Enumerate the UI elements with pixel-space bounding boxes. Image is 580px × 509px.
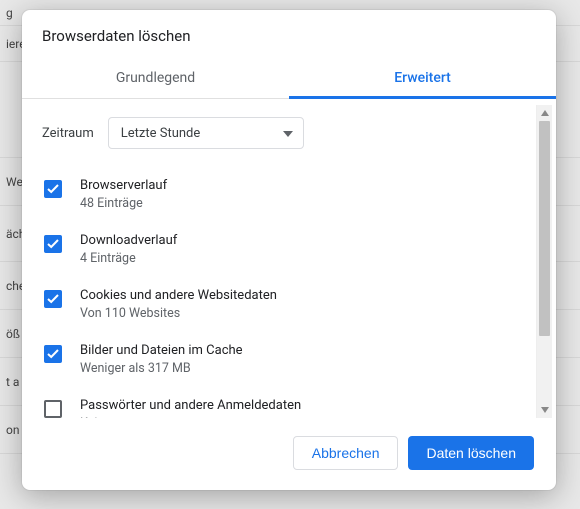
time-range-value: Letzte Stunde xyxy=(121,126,201,141)
list-item: Browserverlauf 48 Einträge xyxy=(42,167,536,222)
scrollbar[interactable] xyxy=(536,105,552,418)
checkbox[interactable] xyxy=(44,290,62,308)
item-title: Downloadverlauf xyxy=(80,233,177,248)
confirm-button[interactable]: Daten löschen xyxy=(408,436,534,470)
tabs: Grundlegend Erweitert xyxy=(22,59,556,99)
item-title: Browserverlauf xyxy=(80,178,167,193)
dialog-body: Zeitraum Letzte Stunde Browserverlauf 48 … xyxy=(22,99,556,418)
checkbox-list: Browserverlauf 48 Einträge Downloadverlauf… xyxy=(42,163,536,418)
item-title: Cookies und andere Websitedaten xyxy=(80,288,277,303)
item-subtitle: 48 Einträge xyxy=(80,196,167,211)
scroll-down-icon[interactable] xyxy=(537,402,552,418)
tab-advanced[interactable]: Erweitert xyxy=(289,59,556,98)
clear-browsing-data-dialog: Browserdaten löschen Grundlegend Erweite… xyxy=(22,10,556,490)
cancel-button[interactable]: Abbrechen xyxy=(293,436,399,470)
item-title: Bilder und Dateien im Cache xyxy=(80,343,243,358)
time-range-dropdown[interactable]: Letzte Stunde xyxy=(108,117,304,149)
dialog-footer: Abbrechen Daten löschen xyxy=(22,418,556,490)
dialog-title: Browserdaten löschen xyxy=(22,10,556,59)
item-title: Passwörter und andere Anmeldedaten xyxy=(80,398,301,413)
list-item: Cookies und andere Websitedaten Von 110 W… xyxy=(42,277,536,332)
checkbox[interactable] xyxy=(44,400,62,418)
checkbox[interactable] xyxy=(44,180,62,198)
tab-basic[interactable]: Grundlegend xyxy=(22,59,289,98)
item-subtitle: 4 Einträge xyxy=(80,251,177,266)
scrollbar-thumb[interactable] xyxy=(539,121,550,336)
list-item: Passwörter und andere AnmeldedatenKeine xyxy=(42,387,536,418)
scroll-up-icon[interactable] xyxy=(537,105,552,121)
list-item: Downloadverlauf 4 Einträge xyxy=(42,222,536,277)
list-item: Bilder und Dateien im Cache Weniger als 3… xyxy=(42,332,536,387)
item-subtitle: Von 110 Websites xyxy=(80,306,277,321)
time-range-label: Zeitraum xyxy=(42,126,94,141)
chevron-down-icon xyxy=(283,126,293,141)
checkbox[interactable] xyxy=(44,345,62,363)
item-subtitle: Weniger als 317 MB xyxy=(80,361,243,376)
checkbox[interactable] xyxy=(44,235,62,253)
